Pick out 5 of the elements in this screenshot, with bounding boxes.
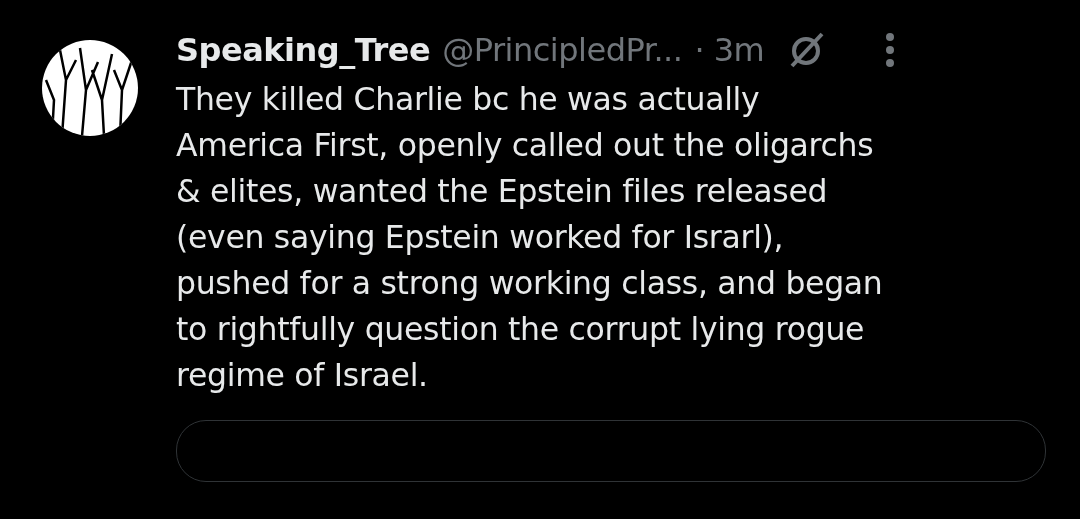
author-handle[interactable]: @PrincipledPr... xyxy=(442,31,683,69)
post-text: They killed Charlie bc he was actually America First, openly called out the oligarchs & elites, wanted the Epstein files released (even saying Epstein worked for Israrl), pushed for a strong working class, and began to rightfully question the corrupt lying rogue regime of Israel. xyxy=(176,80,884,395)
author-name[interactable]: Speaking_Tree xyxy=(176,31,431,69)
more-icon[interactable] xyxy=(884,32,897,68)
post-time[interactable]: · 3m xyxy=(694,31,765,69)
